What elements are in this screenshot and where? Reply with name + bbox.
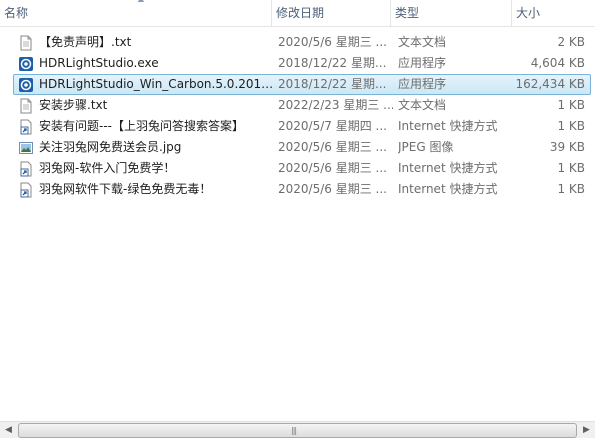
file-type: Internet 快捷方式 <box>398 182 498 196</box>
file-row[interactable]: HDRLightStudio_Win_Carbon.5.0.2018... 201… <box>13 74 591 95</box>
file-row[interactable]: 关注羽兔网免费送会员.jpg 2020/5/6 星期三 ... JPEG 图像 39 … <box>13 137 591 158</box>
app-icon <box>18 77 34 93</box>
image-icon-graphic <box>19 142 33 154</box>
file-row[interactable]: HDRLightStudio.exe 2018/12/22 星期... 应用程序 4,… <box>13 53 591 74</box>
scroll-left-button[interactable]: ◀ <box>0 422 17 438</box>
file-size: 1 KB <box>557 182 585 196</box>
file-name: HDRLightStudio.exe <box>39 56 159 70</box>
shortcut-icon-graphic <box>20 182 32 198</box>
file-type: 文本文档 <box>398 35 447 49</box>
file-name: HDRLightStudio_Win_Carbon.5.0.2018... <box>39 77 279 91</box>
image-icon <box>18 140 34 156</box>
file-size: 39 KB <box>549 140 585 154</box>
text-file-icon <box>18 98 34 114</box>
file-date: 2020/5/6 星期三 ... <box>278 182 387 196</box>
column-header-name[interactable]: 名称 <box>0 0 271 26</box>
file-size: 2 KB <box>557 35 585 49</box>
shortcut-icon <box>18 161 34 177</box>
file-type: Internet 快捷方式 <box>398 119 498 133</box>
file-name: 【免责声明】.txt <box>39 35 132 49</box>
file-date: 2022/2/23 星期三 ... <box>278 98 393 112</box>
column-header-type[interactable]: 类型 <box>390 0 511 26</box>
horizontal-scrollbar[interactable]: ◀ ||| ▶ <box>0 421 595 438</box>
file-row[interactable]: 安装步骤.txt 2022/2/23 星期三 ... 文本文档 1 KB <box>13 95 591 116</box>
file-size: 1 KB <box>557 98 585 112</box>
app-icon-graphic <box>19 78 33 92</box>
file-type: 文本文档 <box>398 98 447 112</box>
text-file-icon-graphic <box>20 98 32 114</box>
file-date: 2020/5/6 星期三 ... <box>278 35 387 49</box>
file-type: 应用程序 <box>398 77 447 91</box>
text-file-icon-graphic <box>20 35 32 51</box>
file-date: 2020/5/7 星期四 ... <box>278 119 387 133</box>
column-header-size[interactable]: 大小 <box>511 0 595 26</box>
scrollbar-thumb[interactable]: ||| <box>18 423 577 438</box>
scroll-left-icon: ◀ <box>5 425 12 435</box>
file-date: 2020/5/6 星期三 ... <box>278 161 387 175</box>
file-size: 4,604 KB <box>530 56 585 70</box>
file-name: 关注羽兔网免费送会员.jpg <box>39 140 182 154</box>
file-type: Internet 快捷方式 <box>398 161 498 175</box>
column-header-name-label: 名称 <box>4 6 29 20</box>
shortcut-icon-graphic <box>20 119 32 135</box>
shortcut-icon <box>18 182 34 198</box>
file-name: 安装有问题---【上羽兔问答搜索答案】 <box>39 119 244 133</box>
scroll-right-button[interactable]: ▶ <box>578 422 595 438</box>
file-size: 1 KB <box>557 119 585 133</box>
shortcut-icon-graphic <box>20 161 32 177</box>
column-header-size-label: 大小 <box>516 6 541 20</box>
column-header-date[interactable]: 修改日期 <box>271 0 390 26</box>
text-file-icon <box>18 35 34 51</box>
app-icon-graphic <box>19 57 33 71</box>
app-icon <box>18 56 34 72</box>
file-row[interactable]: 羽兔网-软件入门免费学！ 2020/5/6 星期三 ... Internet 快捷方… <box>13 158 591 179</box>
file-name: 羽兔网软件下载-绿色免费无毒！ <box>39 182 212 196</box>
file-name: 羽兔网-软件入门免费学！ <box>39 161 176 175</box>
column-header-date-label: 修改日期 <box>276 6 325 20</box>
shortcut-icon <box>18 119 34 135</box>
column-header-type-label: 类型 <box>395 6 420 20</box>
file-size: 162,434 KB <box>515 77 585 91</box>
column-header-bar: ▲ 名称 修改日期 类型 大小 <box>0 0 595 27</box>
scroll-right-icon: ▶ <box>583 425 590 435</box>
file-date: 2018/12/22 星期... <box>278 56 387 70</box>
scrollbar-grip-icon: ||| <box>291 426 297 435</box>
file-row[interactable]: 【免责声明】.txt 2020/5/6 星期三 ... 文本文档 2 KB <box>13 32 591 53</box>
file-row[interactable]: 安装有问题---【上羽兔问答搜索答案】 2020/5/7 星期四 ... Inter… <box>13 116 591 137</box>
file-row[interactable]: 羽兔网软件下载-绿色免费无毒！ 2020/5/6 星期三 ... Internet … <box>13 179 591 200</box>
file-name: 安装步骤.txt <box>39 98 108 112</box>
file-type: 应用程序 <box>398 56 447 70</box>
file-type: JPEG 图像 <box>398 140 454 154</box>
file-size: 1 KB <box>557 161 585 175</box>
file-date: 2018/12/22 星期... <box>278 77 387 91</box>
file-date: 2020/5/6 星期三 ... <box>278 140 387 154</box>
